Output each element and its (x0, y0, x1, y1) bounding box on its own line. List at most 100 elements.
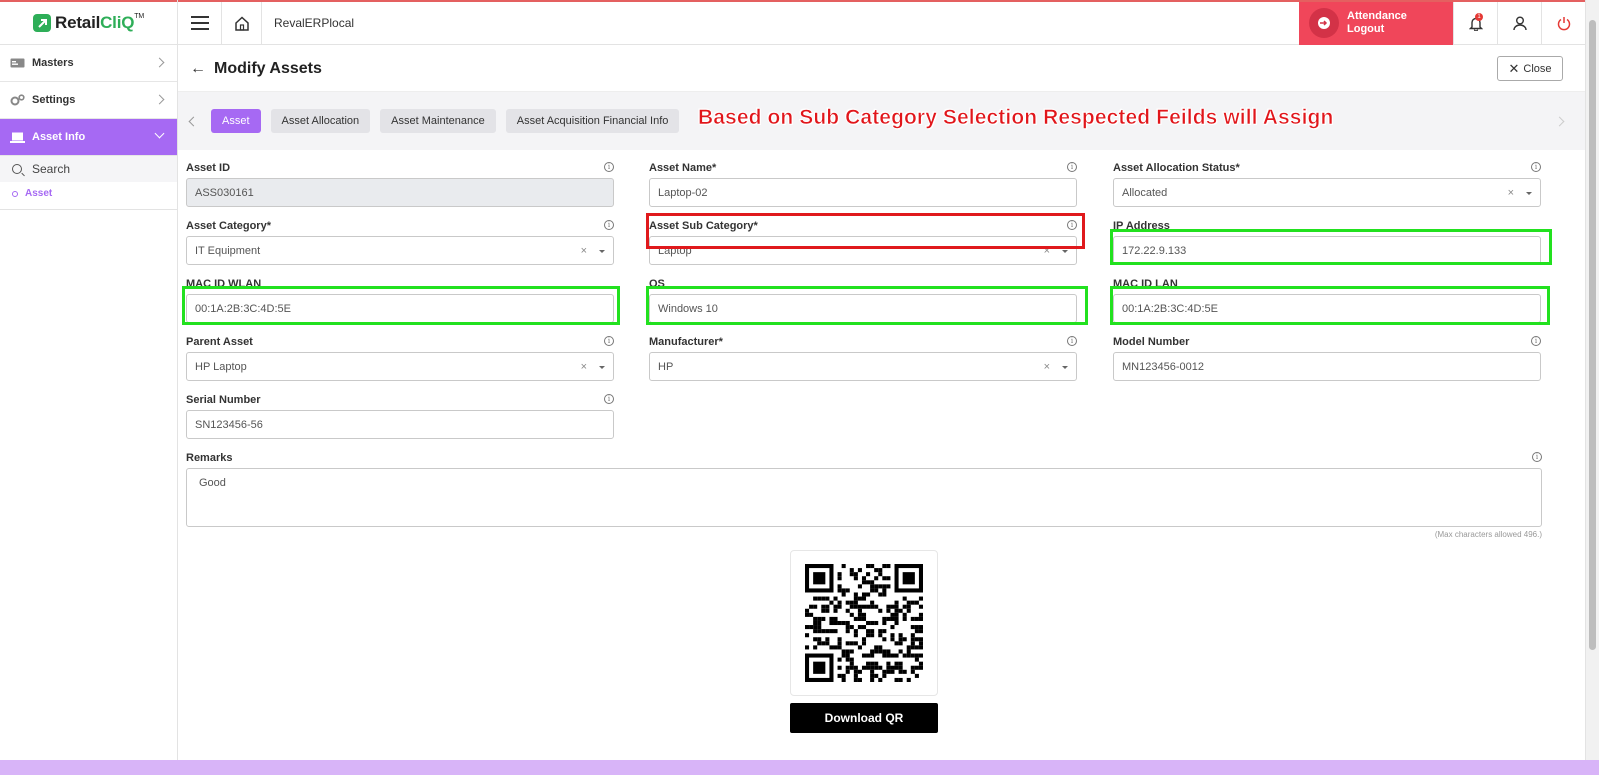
page-title: Modify Assets (214, 59, 322, 77)
power-icon (1557, 16, 1570, 30)
tab-asset-maintenance[interactable]: Asset Maintenance (380, 109, 496, 133)
sidebar-subitem-label: Asset (25, 188, 53, 199)
serial-number-input[interactable]: SN123456-56 (186, 410, 614, 439)
os-input[interactable]: Windows 10 (649, 294, 1077, 323)
bottom-bar (0, 760, 1599, 775)
close-button[interactable]: ✕ Close (1497, 56, 1563, 81)
asset-category-select[interactable]: IT Equipment × (186, 236, 614, 265)
asset-sub-category-value: Laptop (658, 244, 692, 257)
ip-address-input[interactable]: 172.22.9.133 (1113, 236, 1541, 265)
masters-icon (10, 57, 26, 69)
asset-category-label: Asset Category* (186, 220, 271, 232)
ip-address-field: IP Address 172.22.9.133 (1113, 220, 1541, 265)
sidebar-item-asset-info[interactable]: Asset Info (0, 119, 177, 156)
manufacturer-value: HP (658, 360, 674, 373)
parent-asset-label: Parent Asset (186, 336, 253, 348)
mac-lan-input[interactable]: 00:1A:2B:3C:4D:5E (1113, 294, 1541, 323)
sidebar-item-label: Asset Info (32, 131, 86, 143)
notification-bell[interactable]: 1 (1453, 1, 1497, 45)
asset-category-field: Asset Category* i IT Equipment × (186, 220, 614, 265)
manufacturer-select[interactable]: HP × (649, 352, 1077, 381)
sidebar-item-label: Settings (32, 94, 76, 106)
attendance-label: Attendance Logout (1347, 10, 1407, 35)
info-icon: i (604, 336, 614, 346)
vertical-scrollbar[interactable] (1585, 0, 1599, 760)
attendance-logout-button[interactable]: Attendance Logout (1299, 1, 1453, 45)
chevron-right-icon (154, 57, 165, 68)
max-chars-note: (Max characters allowed 496.) (1434, 530, 1542, 539)
sidebar-item-settings[interactable]: Settings (0, 82, 177, 119)
user-profile-button[interactable] (1497, 1, 1541, 45)
tab-asset-allocation[interactable]: Asset Allocation (270, 109, 371, 133)
asset-id-field: Asset ID i ASS030161 (186, 162, 614, 207)
search-icon (12, 164, 22, 174)
brand-logo[interactable]: RetailCliQTM (0, 0, 177, 45)
tab-asset-acquisition-financial-info[interactable]: Asset Acquisition Financial Info (505, 109, 680, 133)
hamburger-menu-icon[interactable] (178, 1, 222, 45)
tabs-bar: Asset Asset Allocation Asset Maintenance… (178, 92, 1585, 150)
info-icon: i (1067, 220, 1077, 230)
power-button[interactable] (1541, 1, 1585, 45)
retailcliq-logo-icon (33, 14, 52, 32)
caret-down-icon[interactable] (1062, 250, 1068, 253)
tabs-scroll-left-icon[interactable] (188, 116, 199, 126)
asset-form: Asset ID i ASS030161 Asset Name* i Lapto… (178, 150, 1585, 733)
allocation-status-select[interactable]: Allocated × (1113, 178, 1541, 207)
allocation-status-label: Asset Allocation Status* (1113, 162, 1240, 174)
mac-wlan-field: MAC ID WLAN 00:1A:2B:3C:4D:5E (186, 278, 614, 323)
info-icon: i (604, 220, 614, 230)
asset-sub-category-field: Asset Sub Category* i Laptop × (649, 220, 1077, 265)
clear-icon[interactable]: × (1044, 361, 1050, 373)
close-label: Close (1523, 62, 1552, 75)
mac-lan-label: MAC ID LAN (1113, 278, 1178, 290)
clear-icon[interactable]: × (581, 361, 587, 373)
asset-id-label: Asset ID (186, 162, 231, 174)
parent-asset-select[interactable]: HP Laptop × (186, 352, 614, 381)
sidebar-item-label: Masters (32, 57, 74, 69)
tab-asset[interactable]: Asset (211, 109, 261, 133)
caret-down-icon[interactable] (599, 250, 605, 253)
back-arrow-icon[interactable]: ← (190, 60, 206, 78)
sidebar-item-masters[interactable]: Masters (0, 45, 177, 82)
asset-name-field: Asset Name* i Laptop-02 (649, 162, 1077, 207)
parent-asset-field: Parent Asset i HP Laptop × (186, 336, 614, 381)
clear-icon[interactable]: × (1044, 245, 1050, 257)
remarks-label: Remarks (186, 452, 233, 464)
allocation-status-value: Allocated (1122, 186, 1168, 199)
sidebar-search[interactable]: Search (0, 156, 177, 182)
os-field: OS Windows 10 (649, 278, 1077, 323)
brand-name: RetailCliQTM (55, 13, 144, 32)
caret-down-icon[interactable] (599, 366, 605, 369)
info-icon: i (1532, 452, 1542, 462)
main-content: ← Modify Assets ✕ Close Asset Asset Allo… (178, 46, 1585, 760)
manufacturer-field: Manufacturer* i HP × (649, 336, 1077, 381)
home-icon[interactable] (222, 1, 262, 45)
asset-sub-category-select[interactable]: Laptop × (649, 236, 1077, 265)
asset-id-input: ASS030161 (186, 178, 614, 207)
info-icon: i (604, 394, 614, 404)
clear-icon[interactable]: × (581, 245, 587, 257)
model-number-label: Model Number (1113, 336, 1190, 348)
info-icon: i (1531, 162, 1541, 172)
sidebar-search-label: Search (32, 162, 71, 176)
caret-down-icon[interactable] (1526, 192, 1532, 195)
mac-wlan-label: MAC ID WLAN (186, 278, 262, 290)
company-name: RevalERPlocal (274, 16, 355, 30)
remarks-textarea[interactable]: Good (186, 468, 1542, 527)
info-icon: i (604, 162, 614, 172)
tabs-scroll-right-icon[interactable] (1554, 116, 1565, 127)
sidebar-subitem-asset[interactable]: Asset (0, 182, 177, 210)
annotation-text: Based on Sub Category Selection Respecte… (698, 106, 1334, 130)
asset-name-label: Asset Name* (649, 162, 717, 174)
download-qr-button[interactable]: Download QR (790, 703, 938, 733)
clear-icon[interactable]: × (1508, 187, 1514, 199)
asset-name-input[interactable]: Laptop-02 (649, 178, 1077, 207)
scrollbar-thumb[interactable] (1589, 20, 1596, 650)
gears-icon (10, 94, 26, 106)
manufacturer-label: Manufacturer* (649, 336, 723, 348)
top-bar: RevalERPlocal Attendance Logout 1 (178, 0, 1585, 45)
model-number-input[interactable]: MN123456-0012 (1113, 352, 1541, 381)
caret-down-icon[interactable] (1062, 366, 1068, 369)
info-icon: i (1067, 336, 1077, 346)
mac-wlan-input[interactable]: 00:1A:2B:3C:4D:5E (186, 294, 614, 323)
